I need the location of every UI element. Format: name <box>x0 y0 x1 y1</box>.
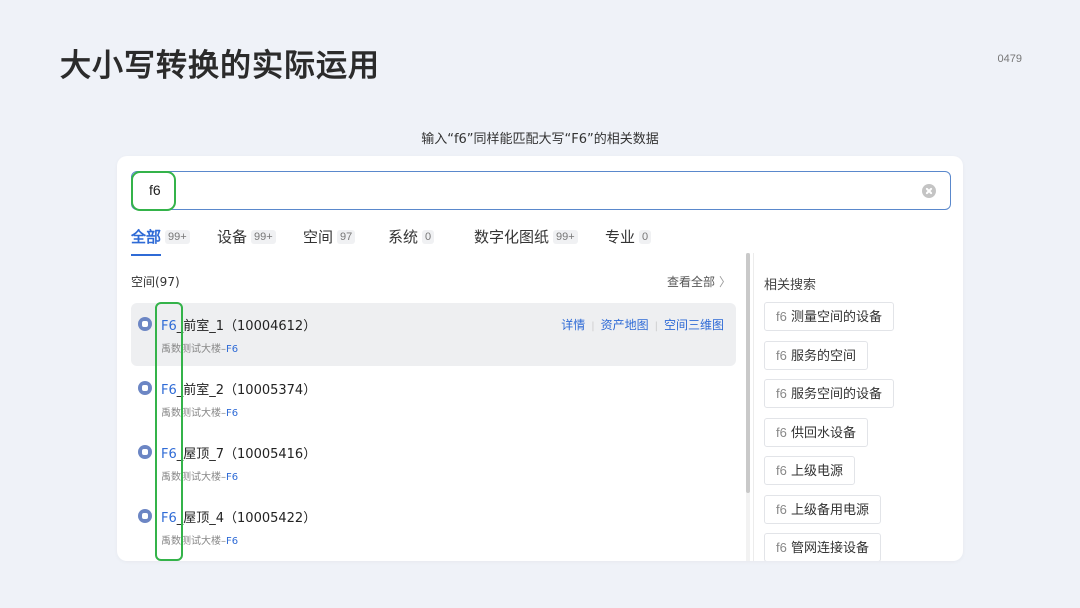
tab-all[interactable]: 全部 99+ <box>131 226 190 256</box>
tab-systems[interactable]: 系统 0 <box>388 226 435 247</box>
related-query: f6 <box>776 386 787 401</box>
action-separator: | <box>654 321 658 332</box>
match-highlight-outline <box>155 302 183 561</box>
view-all-link[interactable]: 查看全部〉 <box>667 273 731 290</box>
tab-devices[interactable]: 设备 99+ <box>217 226 276 247</box>
related-search-tag[interactable]: f6 上级电源 <box>764 456 855 485</box>
space-icon <box>138 317 152 331</box>
result-item[interactable]: F6_前室_2（10005374） 禹数测试大楼–F6 <box>131 367 736 430</box>
result-item[interactable]: F6_屋顶_7（10005416） 禹数测试大楼–F6 <box>131 431 736 494</box>
tab-label: 数字化图纸 <box>474 228 550 246</box>
clear-icon[interactable] <box>922 184 936 198</box>
tab-count-badge: 99+ <box>165 230 190 244</box>
related-query: f6 <box>776 425 787 440</box>
related-text: 上级电源 <box>786 464 843 479</box>
tab-label: 专业 <box>605 228 636 246</box>
tab-label: 设备 <box>217 228 248 246</box>
result-floor-match: F6 <box>226 536 239 547</box>
active-tab-indicator <box>131 254 161 256</box>
result-name: _屋顶_7（10005416） <box>176 447 317 462</box>
related-text: 服务的空间 <box>786 349 856 364</box>
tab-disciplines[interactable]: 专业 0 <box>605 226 652 247</box>
result-item[interactable]: F6_屋顶_4（10005422） 禹数测试大楼–F6 <box>131 495 736 558</box>
slide-caption: 输入“f6”同样能匹配大写“F6”的相关数据 <box>421 132 659 147</box>
tab-spaces[interactable]: 空间 97 <box>303 226 356 247</box>
view-all-label: 查看全部 <box>666 275 715 289</box>
tab-label: 系统 <box>388 228 419 246</box>
result-name: _前室_2（10005374） <box>176 383 317 398</box>
related-search-tag[interactable]: f6 供回水设备 <box>764 418 868 447</box>
result-floor-match: F6 <box>226 472 239 483</box>
scrollbar-thumb[interactable] <box>746 253 750 493</box>
result-actions: 详情 | 资产地图 | 空间三维图 <box>561 316 724 333</box>
result-title: F6_前室_2（10005374） <box>161 379 316 398</box>
slide-title: 大小写转换的实际运用 <box>60 48 380 84</box>
related-search-tag[interactable]: f6 上级备用电源 <box>764 495 881 524</box>
result-title: F6_屋顶_7（10005416） <box>161 443 316 462</box>
related-text: 服务空间的设备 <box>786 387 882 402</box>
related-text: 管网连接设备 <box>786 541 869 556</box>
space-icon <box>138 445 152 459</box>
tab-count-badge: 99+ <box>251 230 276 244</box>
results-scrollbar[interactable] <box>746 253 750 561</box>
related-query: f6 <box>776 540 787 555</box>
details-link[interactable]: 详情 <box>561 318 585 332</box>
tab-digital-drawings[interactable]: 数字化图纸 99+ <box>474 226 578 247</box>
tab-count-badge: 0 <box>639 230 652 244</box>
result-name: _前室_1（10004612） <box>176 319 317 334</box>
tab-count-badge: 97 <box>337 230 356 244</box>
search-panel: f6 全部 99+ 设备 99+ 空间 97 系统 0 数字化图纸 99+ 专业 0 空间(… <box>117 156 963 561</box>
related-search-tag[interactable]: f6 服务空间的设备 <box>764 379 894 408</box>
result-floor-match: F6 <box>226 408 239 419</box>
related-query: f6 <box>776 463 787 478</box>
result-title: F6_前室_1（10004612） <box>161 315 316 334</box>
result-name: _屋顶_4（10005422） <box>176 511 317 526</box>
related-text: 上级备用电源 <box>786 503 869 518</box>
space-icon <box>138 381 152 395</box>
page-number: 0479 <box>997 53 1022 65</box>
asset-map-link[interactable]: 资产地图 <box>601 318 649 332</box>
panel-divider <box>753 253 754 561</box>
tab-count-badge: 99+ <box>553 230 578 244</box>
related-search-tag[interactable]: f6 管网连接设备 <box>764 533 881 561</box>
result-floor-match: F6 <box>226 344 239 355</box>
related-search-title: 相关搜索 <box>764 278 817 293</box>
result-item[interactable]: F6_前室_1（10004612） 禹数测试大楼–F6 详情 | 资产地图 | 空间三维… <box>131 303 736 366</box>
section-title: 空间(97) <box>131 275 180 289</box>
space-icon <box>138 509 152 523</box>
search-input[interactable]: f6 <box>131 171 951 210</box>
query-highlight-outline <box>131 171 176 211</box>
related-text: 供回水设备 <box>786 426 856 441</box>
related-query: f6 <box>776 348 787 363</box>
tab-label: 空间 <box>303 228 334 246</box>
related-query: f6 <box>776 309 787 324</box>
related-query: f6 <box>776 502 787 517</box>
related-text: 测量空间的设备 <box>786 310 882 325</box>
related-search-tag[interactable]: f6 服务的空间 <box>764 341 868 370</box>
result-title: F6_屋顶_4（10005422） <box>161 507 316 526</box>
related-search-tag[interactable]: f6 测量空间的设备 <box>764 302 894 331</box>
tab-label: 全部 <box>131 228 162 246</box>
tab-count-badge: 0 <box>422 230 435 244</box>
action-separator: | <box>591 321 595 332</box>
space-3d-link[interactable]: 空间三维图 <box>664 318 724 332</box>
chevron-right-icon: 〉 <box>718 275 731 289</box>
